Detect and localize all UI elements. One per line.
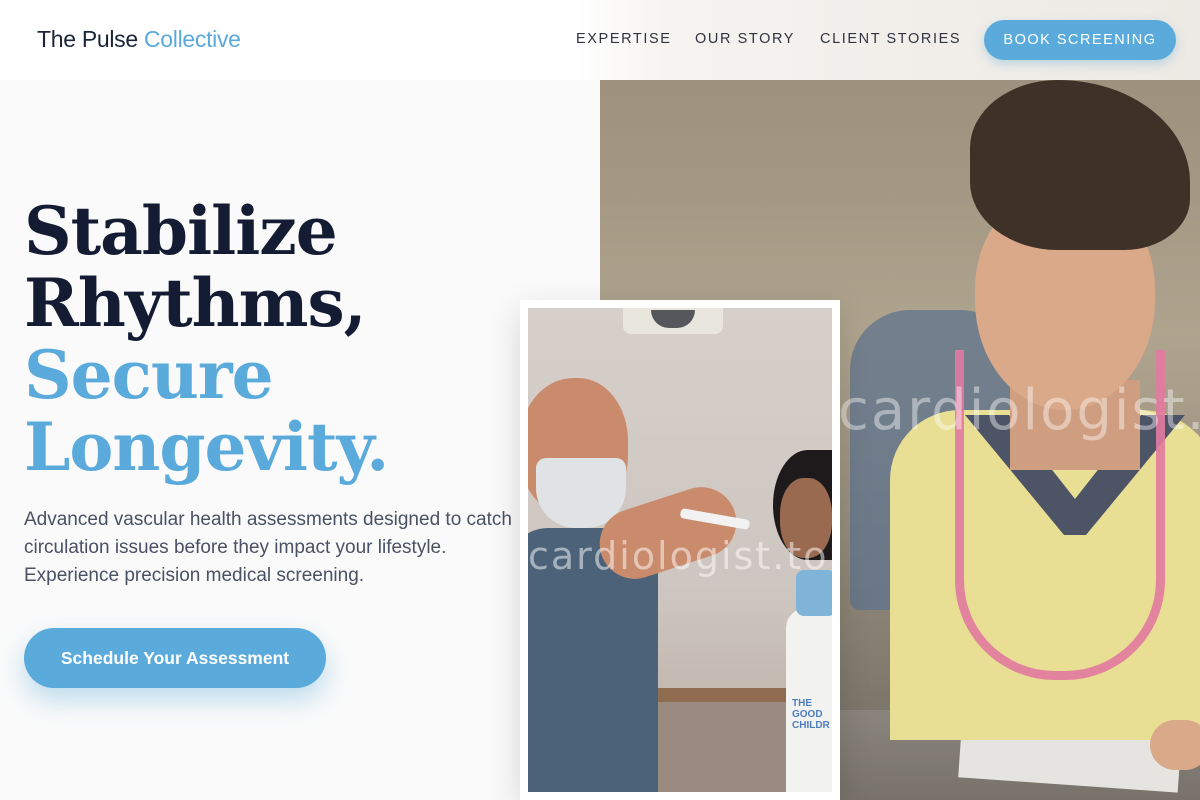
brand-logo[interactable]: The Pulse Collective bbox=[37, 26, 241, 53]
inset-photo-exam: THE GOOD CHILDR cardiologist.tokyo bbox=[528, 308, 832, 792]
photo-shirt-text: THE GOOD CHILDR bbox=[792, 698, 830, 731]
hero-subtext: Advanced vascular health assessments des… bbox=[24, 509, 512, 586]
headline-line-4: Longevity. bbox=[24, 408, 389, 486]
brand-name: The Pulse bbox=[37, 26, 138, 52]
nav-our-story[interactable]: OUR STORY bbox=[695, 31, 795, 47]
hero-headline: Stabilize Rhythms, Secure Longevity. bbox=[24, 195, 544, 483]
nav-expertise[interactable]: EXPERTISE bbox=[576, 31, 672, 47]
photo-watermark: cardiologist.tokyo bbox=[838, 378, 1200, 443]
landing-page: The Pulse Collective EXPERTISE OUR STORY… bbox=[0, 0, 1200, 800]
photo-arm bbox=[1150, 720, 1200, 770]
brand-accent: Collective bbox=[143, 26, 241, 52]
book-screening-button[interactable]: BOOK SCREENING bbox=[984, 20, 1176, 60]
inset-photo-frame: THE GOOD CHILDR cardiologist.tokyo bbox=[520, 300, 840, 800]
inset-watermark: cardiologist.tokyo bbox=[528, 534, 832, 578]
nav-client-stories[interactable]: CLIENT STORIES bbox=[820, 31, 961, 47]
photo-wall-fan bbox=[623, 308, 723, 334]
site-header: The Pulse Collective EXPERTISE OUR STORY… bbox=[0, 0, 1200, 80]
headline-line-2: Rhythms, bbox=[24, 264, 367, 342]
schedule-assessment-button[interactable]: Schedule Your Assessment bbox=[24, 628, 326, 688]
headline-line-3: Secure bbox=[24, 336, 274, 414]
headline-line-1: Stabilize bbox=[24, 192, 338, 270]
